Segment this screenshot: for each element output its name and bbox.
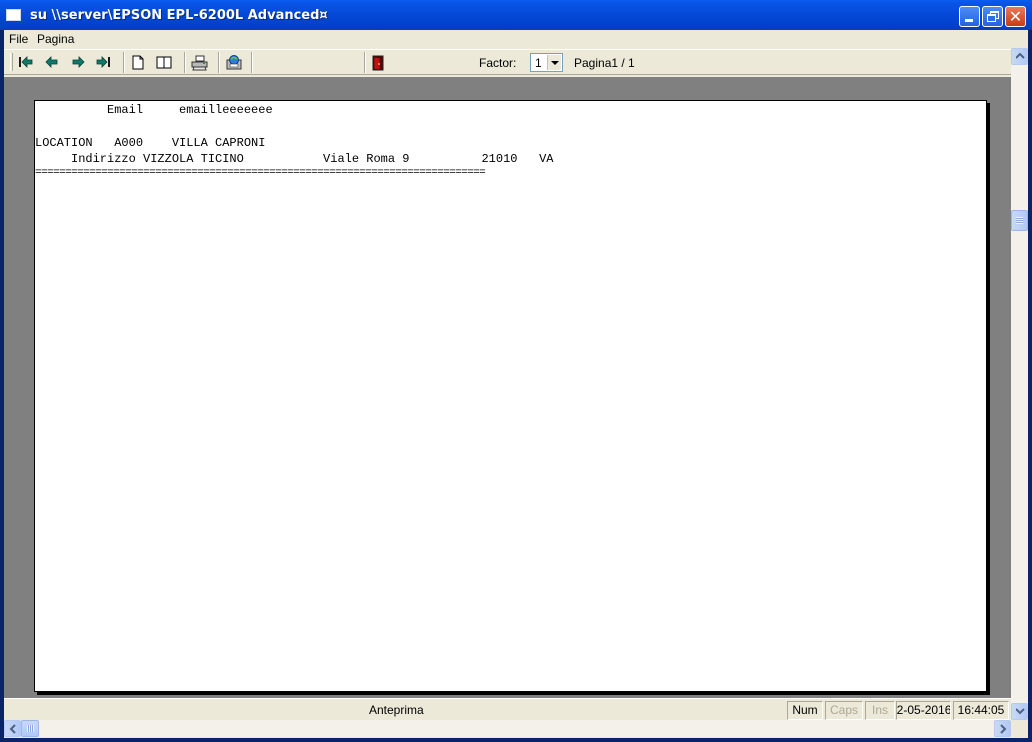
toolbar: Factor: 1 Pagina1 / 1 <box>4 49 1011 75</box>
previous-page-button[interactable] <box>42 53 62 72</box>
restore-button[interactable] <box>982 6 1003 27</box>
arrow-right-icon <box>1000 724 1007 734</box>
exit-door-icon <box>372 55 384 71</box>
status-time: 16:44:05 <box>953 701 1009 720</box>
window-title: su \\server\EPSON EPL-6200L Advanced¤ <box>30 8 328 23</box>
first-page-button[interactable] <box>16 53 36 72</box>
insert-indicator: Ins <box>865 701 895 720</box>
close-button[interactable]: ✕ <box>1005 6 1026 27</box>
single-page-button[interactable] <box>128 53 148 72</box>
status-bar: Anteprima Num Caps Ins 02-05-2016 16:44:… <box>4 698 1011 720</box>
single-page-icon <box>132 55 144 70</box>
exit-button[interactable] <box>368 53 388 72</box>
app-window-icon[interactable] <box>6 9 21 21</box>
next-page-icon <box>72 56 85 68</box>
scroll-left-button[interactable] <box>4 720 21 737</box>
first-page-icon <box>19 56 33 68</box>
document-line: Indirizzo VIZZOLA TICINO Viale Roma 9 21… <box>35 152 554 166</box>
two-pages-button[interactable] <box>154 53 174 72</box>
last-page-button[interactable] <box>94 53 114 72</box>
print-button[interactable] <box>189 53 209 72</box>
scrollbar-corner <box>1011 720 1028 737</box>
document-separator-line: ========================================… <box>35 167 486 179</box>
toolbar-separator <box>218 52 220 73</box>
vertical-scrollbar[interactable] <box>1011 48 1028 720</box>
vertical-scroll-thumb[interactable] <box>1011 210 1028 231</box>
factor-value: 1 <box>535 56 542 70</box>
printer-icon <box>191 55 208 71</box>
print-preview-window: su \\server\EPSON EPL-6200L Advanced¤ ✕ … <box>0 0 1032 742</box>
num-lock-indicator: Num <box>787 701 823 720</box>
toolbar-separator <box>364 52 366 73</box>
arrow-up-icon <box>1016 52 1025 59</box>
status-message: Anteprima <box>369 703 424 717</box>
title-bar[interactable]: su \\server\EPSON EPL-6200L Advanced¤ ✕ <box>0 0 1032 30</box>
scroll-up-button[interactable] <box>1011 48 1028 65</box>
export-icon <box>226 55 242 70</box>
minimize-button[interactable] <box>959 6 980 27</box>
horizontal-scroll-thumb[interactable] <box>21 720 39 737</box>
document-line: LOCATION A000 VILLA CAPRONI <box>35 136 266 150</box>
toolbar-separator <box>123 52 125 73</box>
last-page-icon <box>96 56 110 68</box>
menu-pagina[interactable]: Pagina <box>37 32 74 46</box>
export-button[interactable] <box>223 53 243 72</box>
preview-area[interactable]: Email emailleeeeeee LOCATION A000 VILLA … <box>4 77 1011 698</box>
client-area: File Pagina Factor: 1 Pagina1 / 1 Email … <box>4 30 1028 738</box>
caps-lock-indicator: Caps <box>825 701 863 720</box>
factor-label: Factor: <box>479 56 517 70</box>
arrow-left-icon <box>9 724 16 734</box>
next-page-button[interactable] <box>68 53 88 72</box>
status-date: 02-05-2016 <box>896 701 951 720</box>
scroll-right-button[interactable] <box>994 720 1011 737</box>
toolbar-grip[interactable] <box>10 53 13 71</box>
document-page: Email emailleeeeeee LOCATION A000 VILLA … <box>34 100 987 692</box>
toolbar-separator <box>184 52 186 73</box>
chevron-down-icon[interactable] <box>547 55 561 70</box>
toolbar-separator <box>251 52 253 73</box>
document-line: Email emailleeeeeee <box>35 103 273 117</box>
factor-dropdown[interactable]: 1 <box>530 53 563 72</box>
menu-bar: File Pagina <box>4 30 1028 48</box>
restore-icon-front <box>987 14 996 22</box>
horizontal-scrollbar[interactable] <box>4 720 1011 737</box>
minimize-icon <box>965 19 973 22</box>
menu-file[interactable]: File <box>9 32 28 46</box>
two-pages-icon <box>156 56 172 69</box>
arrow-down-icon <box>1016 708 1025 715</box>
previous-page-icon <box>45 56 58 68</box>
close-icon: ✕ <box>1008 7 1023 26</box>
scroll-down-button[interactable] <box>1011 703 1028 720</box>
page-indicator: Pagina1 / 1 <box>574 56 635 70</box>
